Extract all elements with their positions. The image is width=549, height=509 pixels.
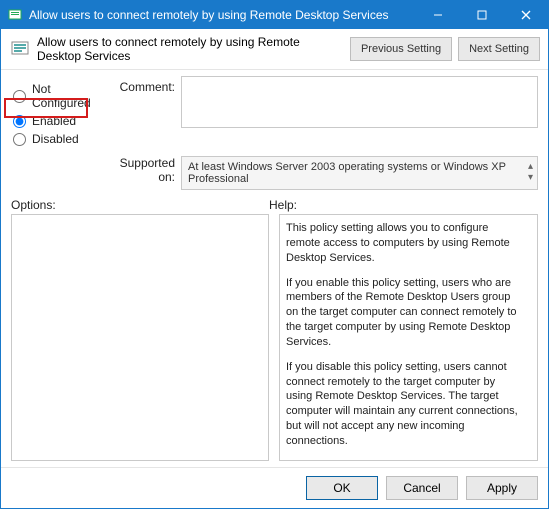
titlebar: Allow users to connect remotely by using… [1,1,548,29]
ok-button[interactable]: OK [306,476,378,500]
policy-title: Allow users to connect remotely by using… [37,35,344,63]
comment-label: Comment: [111,76,181,94]
next-setting-button[interactable]: Next Setting [458,37,540,61]
options-pane [11,214,269,461]
radio-disabled-label: Disabled [32,132,79,146]
state-radio-group: Not Configured Enabled Disabled [11,76,111,150]
radio-disabled-input[interactable] [13,133,26,146]
cancel-button[interactable]: Cancel [386,476,458,500]
window-controls [416,1,548,29]
maximize-button[interactable] [460,1,504,29]
supported-on-box: At least Windows Server 2003 operating s… [181,156,538,190]
supported-on-label: Supported on: [111,156,181,184]
pane-labels: Options: Help: [1,194,548,214]
footer: OK Cancel Apply [1,467,548,508]
help-p2: If you enable this policy setting, users… [286,276,523,350]
config-area: Not Configured Enabled Disabled Comment:… [1,70,548,194]
apply-button[interactable]: Apply [466,476,538,500]
header-row: Allow users to connect remotely by using… [1,29,548,70]
chevron-up-down-icon[interactable]: ▴▾ [528,161,533,183]
panes: This policy setting allows you to config… [1,214,548,467]
comment-textarea[interactable] [181,76,538,128]
minimize-button[interactable] [416,1,460,29]
gpo-editor-window: Allow users to connect remotely by using… [0,0,549,509]
window-title: Allow users to connect remotely by using… [29,8,416,22]
radio-enabled-label: Enabled [32,114,76,128]
policy-large-icon [9,38,31,60]
help-p1: This policy setting allows you to config… [286,221,523,266]
help-p3: If you disable this policy setting, user… [286,360,523,449]
close-button[interactable] [504,1,548,29]
radio-not-configured[interactable]: Not Configured [11,82,111,110]
options-label: Options: [11,198,269,212]
radio-not-configured-label: Not Configured [32,82,111,110]
radio-enabled-input[interactable] [13,115,26,128]
help-label: Help: [269,198,538,212]
radio-not-configured-input[interactable] [13,90,26,103]
policy-icon [7,7,23,23]
help-p4: If you do not configure this policy sett… [286,459,523,461]
radio-disabled[interactable]: Disabled [11,132,111,146]
previous-setting-button[interactable]: Previous Setting [350,37,452,61]
help-pane[interactable]: This policy setting allows you to config… [279,214,538,461]
radio-enabled[interactable]: Enabled [11,114,111,128]
supported-on-text: At least Windows Server 2003 operating s… [188,161,506,185]
